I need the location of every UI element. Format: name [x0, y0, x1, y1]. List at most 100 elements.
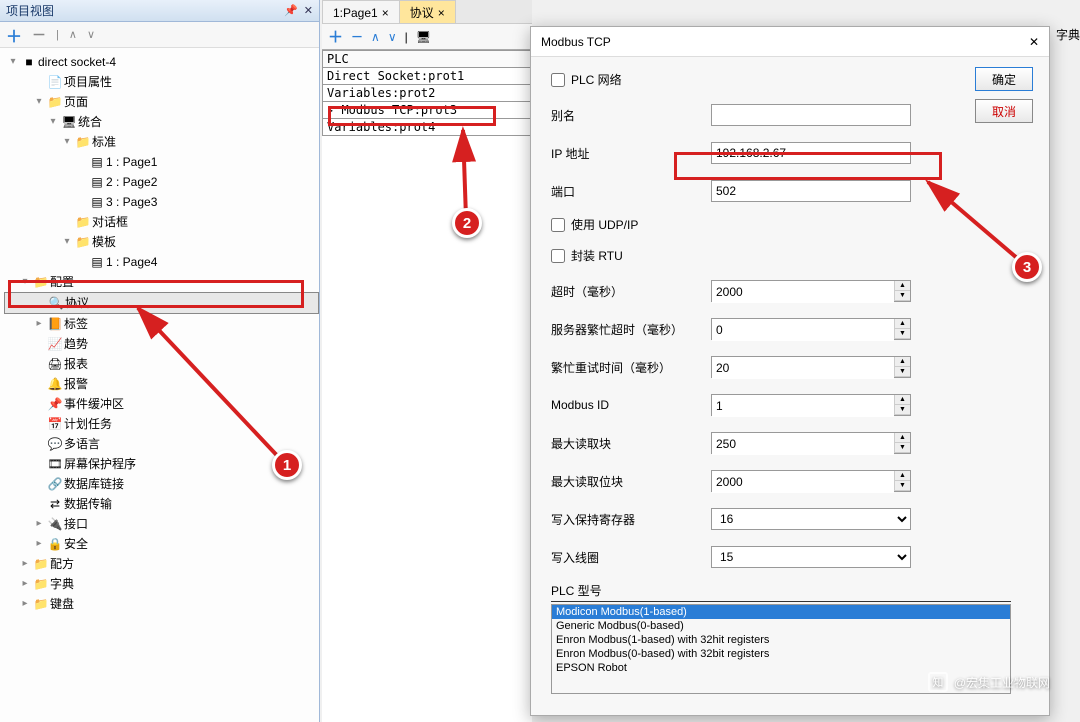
modbusid-input[interactable]: ▲▼	[711, 394, 911, 416]
plc-toolbar: ＋ － ∧ ∨ | 🖥	[322, 24, 532, 50]
tree-item[interactable]: 💬多语言	[4, 434, 319, 454]
dialog-close-icon[interactable]: ✕	[1029, 35, 1039, 49]
tree-item[interactable]: 📅计划任务	[4, 414, 319, 434]
down-icon[interactable]: ∨	[87, 28, 95, 41]
cancel-button[interactable]: 取消	[975, 99, 1033, 123]
tree-item[interactable]: ▸📁键盘	[4, 594, 319, 614]
alias-input[interactable]	[711, 104, 911, 126]
tree-label: 1 : Page1	[106, 152, 317, 172]
tree-item[interactable]: 📄项目属性	[4, 72, 319, 92]
coil-select[interactable]: 15	[711, 546, 911, 568]
tree-item[interactable]: ▸📁字典	[4, 574, 319, 594]
close-icon[interactable]: ✕	[304, 0, 313, 22]
tree-item[interactable]: ▾📁配置	[4, 272, 319, 292]
add-plc-button[interactable]: ＋	[328, 26, 343, 47]
tree-item[interactable]: ▾🖥统合	[4, 112, 319, 132]
expand-icon[interactable]: ▾	[32, 92, 46, 112]
annotation-badge-2: 2	[452, 208, 482, 238]
close-tab-icon[interactable]: ×	[438, 6, 445, 20]
tab-page1[interactable]: 1:Page1×	[322, 0, 400, 23]
tree-item[interactable]: ▾📁页面	[4, 92, 319, 112]
tree-item[interactable]: 📌事件缓冲区	[4, 394, 319, 414]
expand-icon[interactable]: ▸	[18, 554, 32, 574]
tab-protocol[interactable]: 协议×	[399, 0, 456, 23]
tree-item[interactable]: 📁对话框	[4, 212, 319, 232]
watermark-logo-icon: 知	[928, 672, 948, 692]
down-plc-icon[interactable]: ∨	[388, 30, 397, 44]
plc-row[interactable]: Variables:prot2	[323, 85, 531, 102]
ip-input[interactable]	[711, 142, 911, 164]
tree-item[interactable]: ▤2 : Page2	[4, 172, 319, 192]
expand-icon[interactable]: ▾	[46, 112, 60, 132]
plc-network-checkbox[interactable]	[551, 73, 565, 87]
plcmodel-option[interactable]: Enron Modbus(1-based) with 32hit registe…	[552, 633, 1010, 647]
tree-item[interactable]: 🔔报警	[4, 374, 319, 394]
tree-item[interactable]: ⇄数据传输	[4, 494, 319, 514]
up-icon[interactable]: ∧	[69, 28, 77, 41]
project-tree[interactable]: ▾■direct socket-4📄项目属性▾📁页面▾🖥统合▾📁标准▤1 : P…	[0, 48, 319, 618]
remove-button[interactable]: －	[32, 25, 46, 45]
expand-icon[interactable]: ▾	[6, 52, 20, 72]
udp-checkbox[interactable]	[551, 218, 565, 232]
tree-item[interactable]: ▸📙标签	[4, 314, 319, 334]
timeout-input[interactable]: ▲▼	[711, 280, 911, 302]
expand-icon[interactable]: ▸	[18, 594, 32, 614]
expand-icon[interactable]: ▸	[32, 514, 46, 534]
tree-item[interactable]: 📈趋势	[4, 334, 319, 354]
editor-panel: 1:Page1× 协议× ＋ － ∧ ∨ | 🖥 PLC Direct Sock…	[322, 0, 532, 722]
tree-icon: 📁	[32, 574, 50, 594]
pin-icon[interactable]: 📌	[284, 0, 298, 22]
modbusid-label: Modbus ID	[551, 398, 711, 412]
dialog-titlebar: Modbus TCP ✕	[531, 27, 1049, 57]
plcmodel-option[interactable]: Generic Modbus(0-based)	[552, 619, 1010, 633]
toolbar-sep: |	[56, 29, 59, 41]
retry-input[interactable]: ▲▼	[711, 356, 911, 378]
plcmodel-option[interactable]: Enron Modbus(0-based) with 32bit registe…	[552, 647, 1010, 661]
close-tab-icon[interactable]: ×	[382, 6, 389, 20]
tree-item[interactable]: ▾📁标准	[4, 132, 319, 152]
expand-icon[interactable]: ▾	[18, 272, 32, 292]
expand-icon[interactable]: ▾	[60, 232, 74, 252]
tree-item[interactable]: ▸🔌接口	[4, 514, 319, 534]
expand-icon[interactable]: ▸	[18, 574, 32, 594]
tree-item[interactable]: 🔍协议	[4, 292, 319, 314]
plc-list[interactable]: Direct Socket:prot1Variables:prot2▸ Modb…	[322, 68, 532, 136]
expand-icon[interactable]: ▸	[32, 534, 46, 554]
plcmodel-option[interactable]: Modicon Modbus(1-based)	[552, 605, 1010, 619]
tree-icon: 💬	[46, 434, 64, 454]
plc-header: PLC	[322, 50, 532, 68]
tree-item[interactable]: ▾■direct socket-4	[4, 52, 319, 72]
tree-item[interactable]: ▾📁模板	[4, 232, 319, 252]
plc-row[interactable]: Variables:prot4	[323, 119, 531, 136]
tree-icon: 🖨	[46, 354, 64, 374]
tree-label: 事件缓冲区	[64, 394, 317, 414]
tree-label: 统合	[78, 112, 317, 132]
tree-item[interactable]: ▤1 : Page1	[4, 152, 319, 172]
tree-item[interactable]: 🔗数据库链接	[4, 474, 319, 494]
expand-icon[interactable]: ▾	[60, 132, 74, 152]
ok-button[interactable]: 确定	[975, 67, 1033, 91]
tree-item[interactable]: 🖨报表	[4, 354, 319, 374]
add-button[interactable]: ＋	[6, 23, 22, 47]
tree-label: 1 : Page4	[106, 252, 317, 272]
port-input[interactable]	[711, 180, 911, 202]
tree-item[interactable]: ▤1 : Page4	[4, 252, 319, 272]
plc-row[interactable]: Direct Socket:prot1	[323, 68, 531, 85]
holdreg-select[interactable]: 16	[711, 508, 911, 530]
panel-title: 项目视图	[6, 0, 54, 22]
maxread-input[interactable]: ▲▼	[711, 432, 911, 454]
tree-item[interactable]: ▸🔒安全	[4, 534, 319, 554]
tree-item[interactable]: ▤3 : Page3	[4, 192, 319, 212]
maxreadbit-input[interactable]: ▲▼	[711, 470, 911, 492]
expand-icon[interactable]: ▸	[32, 314, 46, 334]
rtu-checkbox[interactable]	[551, 249, 565, 263]
config-plc-icon[interactable]: 🖥	[416, 30, 431, 44]
tree-item[interactable]: ▸📁配方	[4, 554, 319, 574]
plc-network-label: PLC 网络	[571, 71, 622, 88]
up-plc-icon[interactable]: ∧	[371, 30, 380, 44]
remove-plc-button[interactable]: －	[351, 28, 363, 45]
busy-input[interactable]: ▲▼	[711, 318, 911, 340]
tree-label: 标准	[92, 132, 317, 152]
tree-label: 协议	[65, 293, 316, 313]
plc-row[interactable]: ▸ Modbus TCP:prot3	[323, 102, 531, 119]
